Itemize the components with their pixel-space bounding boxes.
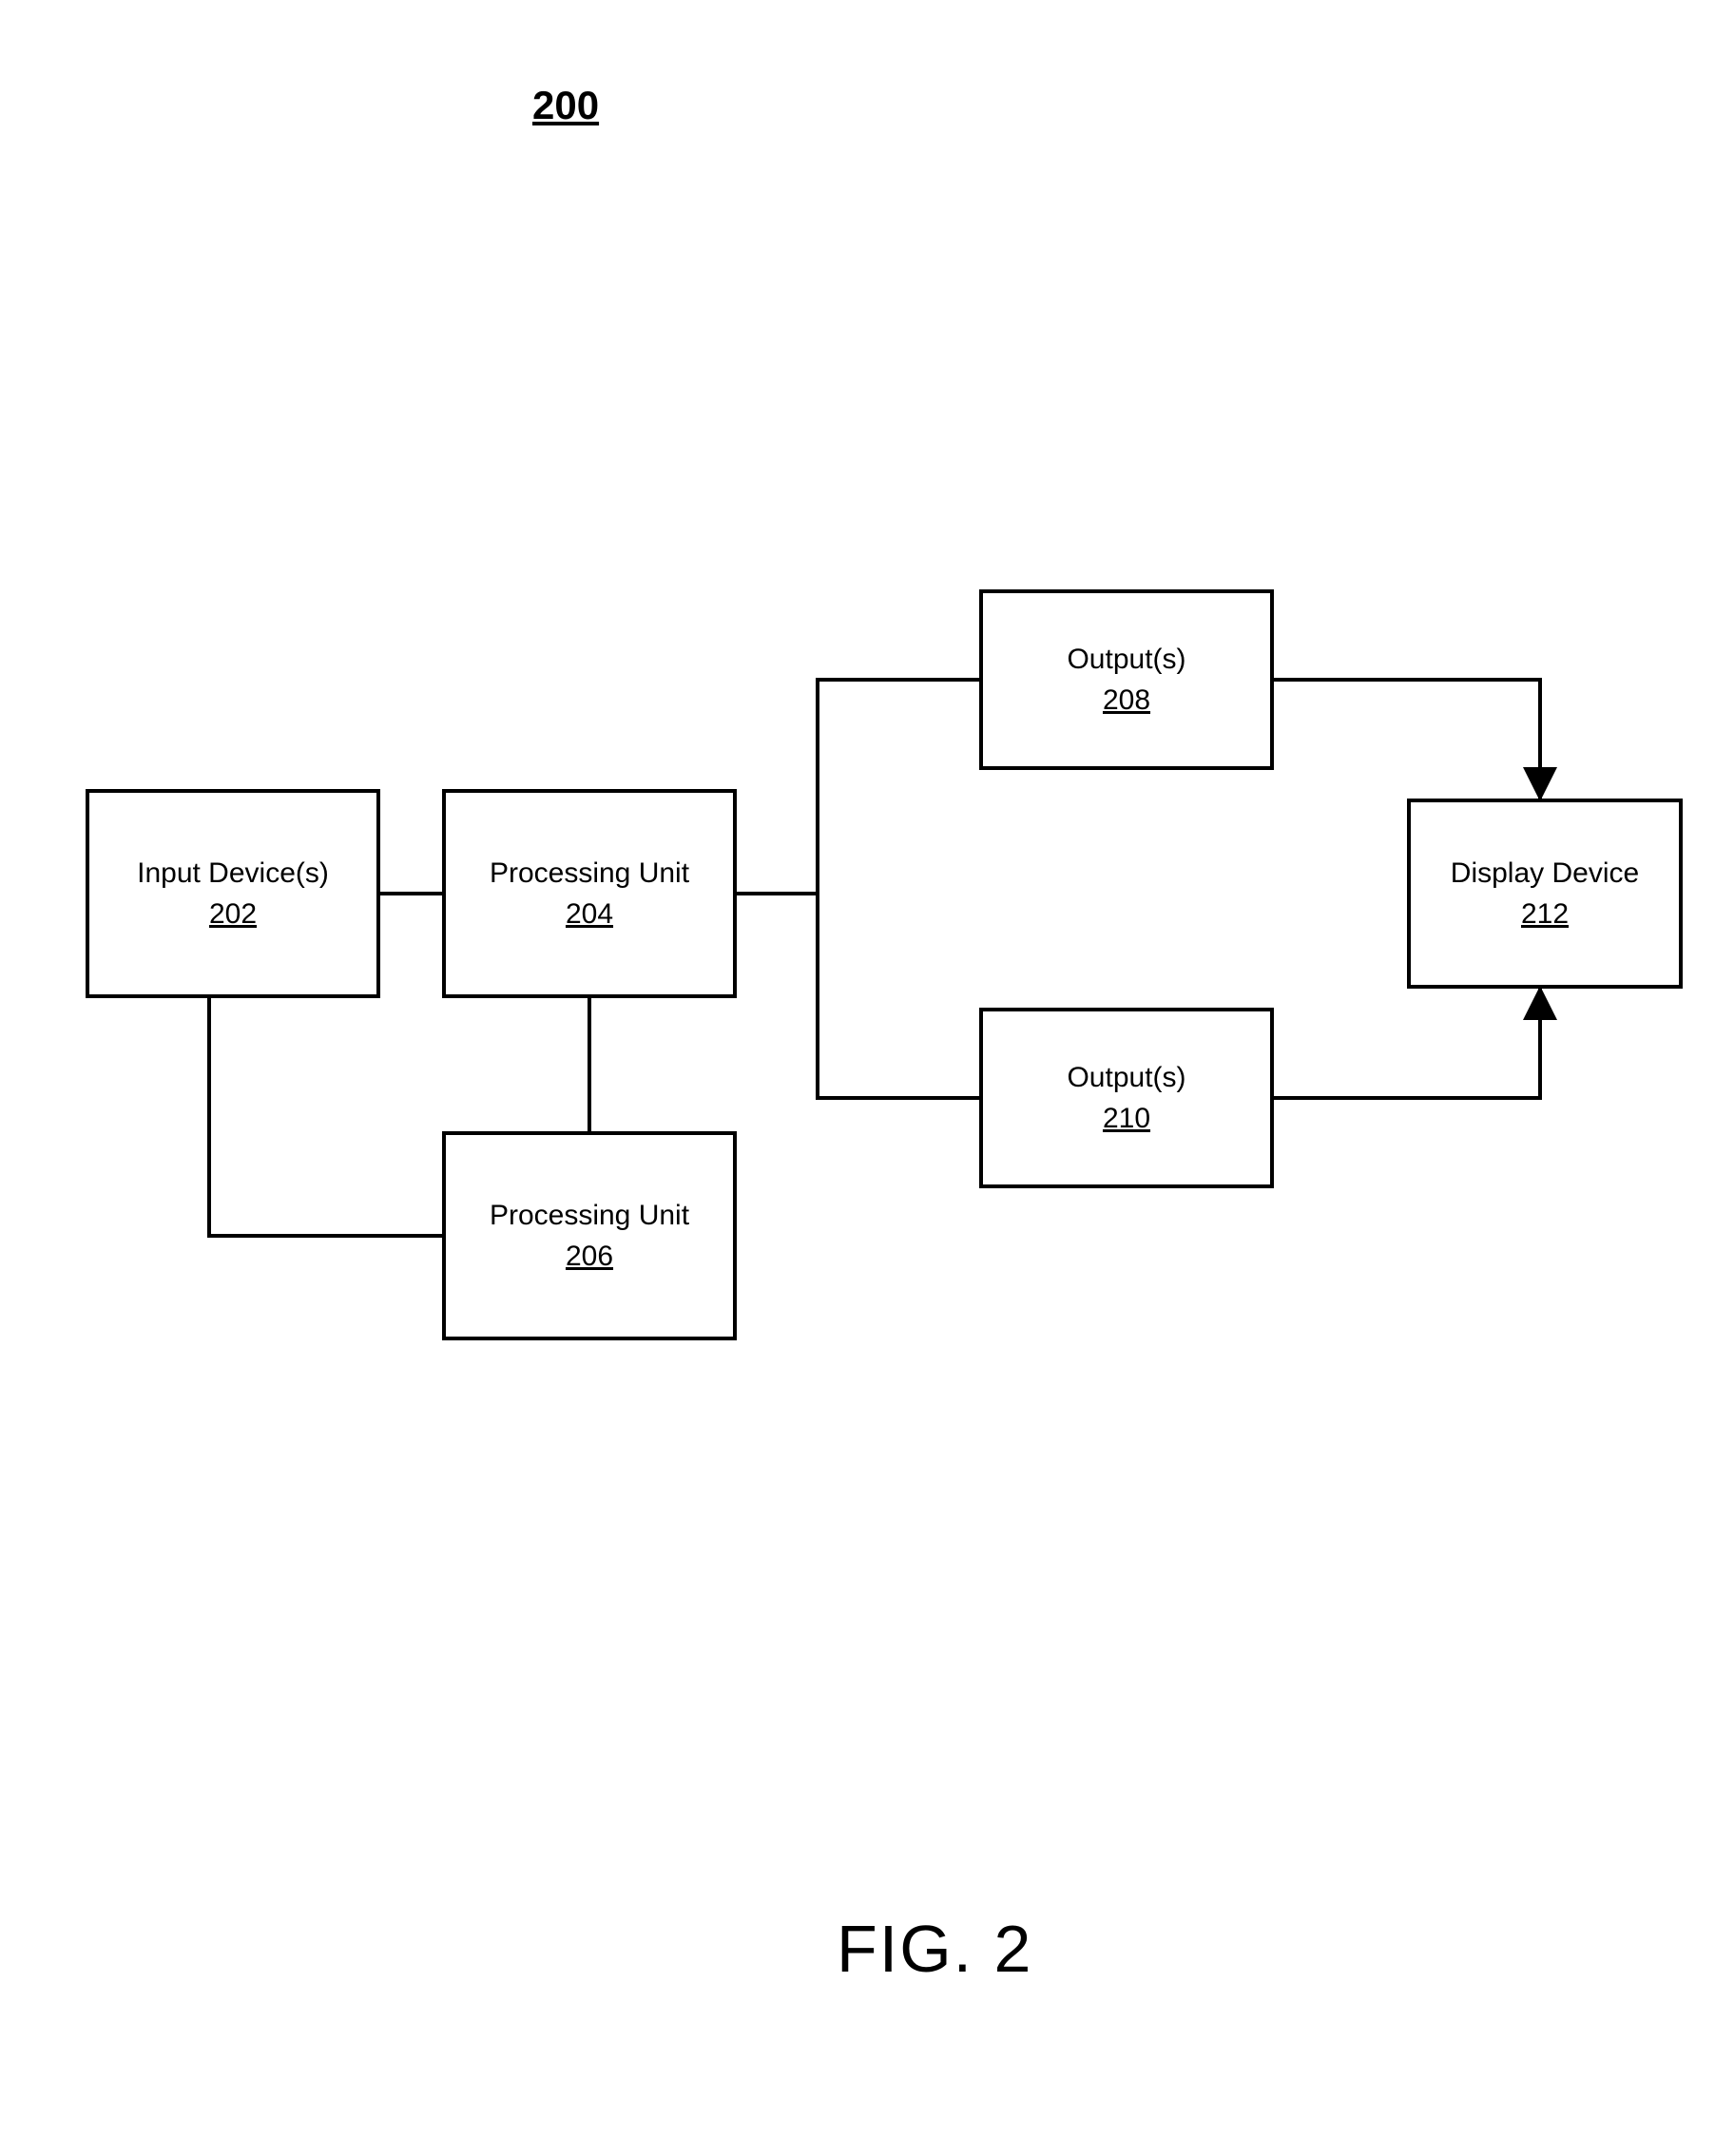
figure-caption: FIG. 2 bbox=[837, 1911, 1032, 1987]
box-ref: 202 bbox=[209, 895, 257, 933]
box-processing-unit-1: Processing Unit 204 bbox=[442, 789, 737, 998]
box-ref: 208 bbox=[1103, 682, 1150, 719]
box-input-devices: Input Device(s) 202 bbox=[86, 789, 380, 998]
box-display-device: Display Device 212 bbox=[1407, 799, 1683, 989]
box-label: Output(s) bbox=[1067, 641, 1185, 678]
figure-number: 200 bbox=[532, 83, 599, 128]
diagram-page: 200 Input Device(s) 202 Processing Unit … bbox=[0, 0, 1715, 2156]
box-label: Processing Unit bbox=[490, 1197, 689, 1234]
connectors bbox=[0, 0, 1715, 2156]
box-outputs-1: Output(s) 208 bbox=[979, 589, 1274, 770]
box-ref: 204 bbox=[566, 895, 613, 933]
box-ref: 210 bbox=[1103, 1100, 1150, 1137]
box-processing-unit-2: Processing Unit 206 bbox=[442, 1131, 737, 1340]
box-ref: 206 bbox=[566, 1238, 613, 1275]
box-label: Processing Unit bbox=[490, 855, 689, 892]
box-outputs-2: Output(s) 210 bbox=[979, 1008, 1274, 1188]
box-label: Display Device bbox=[1451, 855, 1639, 892]
box-label: Input Device(s) bbox=[137, 855, 329, 892]
box-ref: 212 bbox=[1521, 895, 1569, 933]
box-label: Output(s) bbox=[1067, 1059, 1185, 1096]
